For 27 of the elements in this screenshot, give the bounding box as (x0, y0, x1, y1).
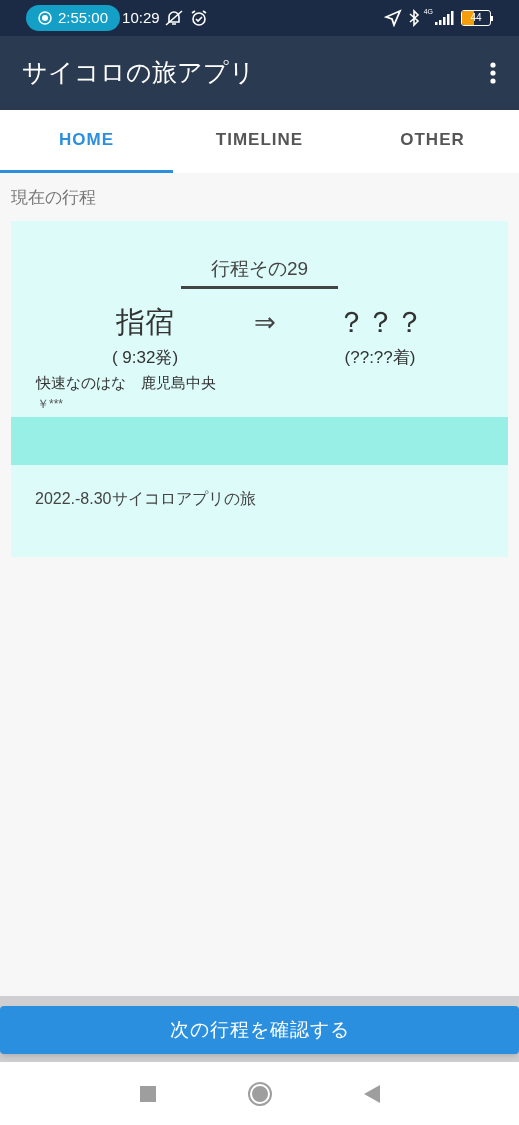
signal-icon (433, 10, 455, 26)
departure-station: 指宿 (115, 305, 175, 340)
back-icon[interactable] (363, 1084, 380, 1103)
more-options-icon[interactable] (489, 61, 497, 85)
departure-time: ( 9:32発) (110, 346, 180, 369)
bluetooth-icon (407, 9, 420, 27)
train-info: 快速なのはな 鹿児島中央 (36, 373, 217, 393)
recording-chip[interactable]: 2:55:00 (26, 5, 121, 31)
app-title: サイコロの旅アプリ (22, 57, 256, 89)
location-icon (383, 9, 402, 27)
section-label: 現在の行程 (11, 187, 97, 209)
bell-off-icon (163, 9, 184, 27)
alarm-icon (189, 9, 208, 27)
record-icon (38, 11, 52, 25)
arrow-symbol: ⇒ (253, 306, 277, 340)
tab[interactable]: HOME (0, 110, 173, 173)
trip-note: 2022.-8.30サイコロアプリの旅 (35, 488, 257, 509)
tab[interactable]: OTHER (346, 110, 519, 173)
recents-icon[interactable] (139, 1085, 156, 1102)
clock: 10:29 (122, 7, 160, 28)
fare: ￥*** (37, 395, 64, 413)
trip-title: 行程その29 (180, 254, 339, 289)
tab[interactable]: TIMELINE (173, 110, 346, 173)
arrival-station: ？？？ (335, 305, 425, 340)
arrival-time: (??:??着) (343, 346, 417, 369)
home-icon[interactable] (247, 1081, 272, 1106)
next-step-button[interactable]: 次の行程を確認する (0, 1006, 519, 1054)
